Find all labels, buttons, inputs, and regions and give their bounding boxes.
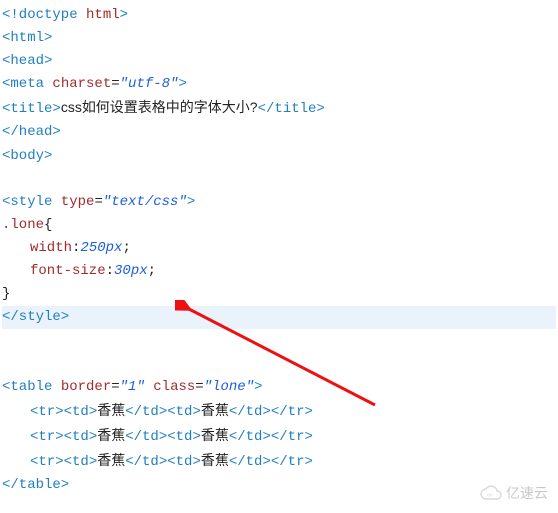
- code-line: <head>: [2, 50, 556, 73]
- code-line: font-size:30px;: [2, 260, 556, 283]
- svg-text:∞: ∞: [487, 492, 492, 499]
- code-line: <meta charset="utf-8">: [2, 73, 556, 96]
- blank-line: [2, 168, 556, 191]
- cloud-icon: ∞: [480, 485, 502, 501]
- code-line: <tr><td>香蕉</td><td>香蕉</td></tr>: [2, 399, 556, 424]
- code-line: <!doctype html>: [2, 4, 556, 27]
- code-line: <tr><td>香蕉</td><td>香蕉</td></tr>: [2, 449, 556, 474]
- blank-line: [2, 329, 556, 352]
- code-line: .lone{: [2, 214, 556, 237]
- code-line: <body>: [2, 145, 556, 168]
- code-line: <style type="text/css">: [2, 191, 556, 214]
- watermark: ∞ 亿速云: [480, 482, 548, 505]
- blank-line: [2, 352, 556, 375]
- code-line: <title>css如何设置表格中的字体大小?</title>: [2, 96, 556, 121]
- code-line: <tr><td>香蕉</td><td>香蕉</td></tr>: [2, 424, 556, 449]
- code-line: <table border="1" class="lone">: [2, 376, 556, 399]
- watermark-text: 亿速云: [506, 482, 548, 505]
- code-line: width:250px;: [2, 237, 556, 260]
- code-line: </head>: [2, 121, 556, 144]
- code-block: <!doctype html> <html> <head> <meta char…: [2, 4, 556, 497]
- code-line: </table>: [2, 474, 556, 497]
- code-line: <html>: [2, 27, 556, 50]
- code-line-highlighted: </style>: [2, 306, 556, 329]
- code-line: }: [2, 283, 556, 306]
